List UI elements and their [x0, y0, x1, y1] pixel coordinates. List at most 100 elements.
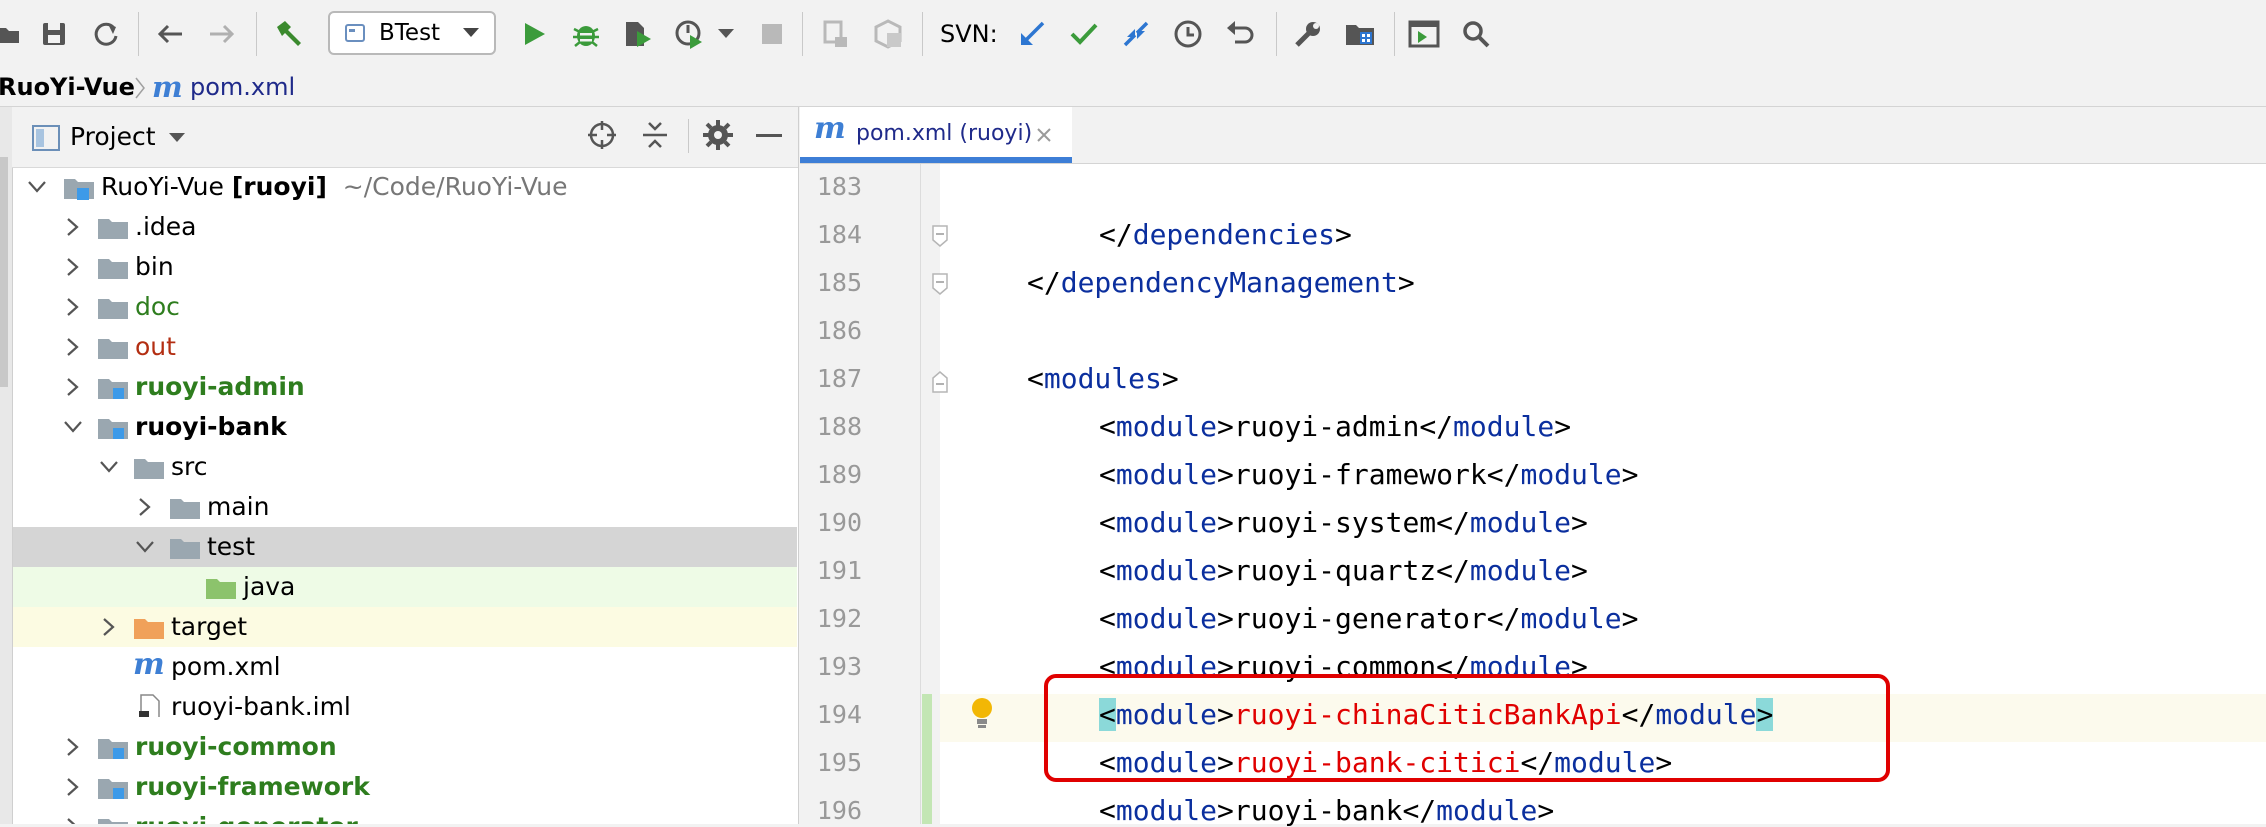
tree-item-root[interactable]: RuoYi-Vue [ruoyi] ~/Code/RuoYi-Vue — [13, 167, 797, 207]
line-number: 196 — [816, 796, 862, 825]
svn-commit-check-icon[interactable] — [1064, 14, 1104, 54]
left-tool-strip[interactable] — [0, 107, 13, 824]
folder-icon — [98, 219, 128, 239]
breadcrumb-project[interactable]: RuoYi-Vue — [0, 73, 135, 101]
run-with-coverage-icon[interactable] — [618, 14, 658, 54]
tree-item-label: java — [243, 572, 296, 601]
line-number: 195 — [816, 748, 862, 777]
navigation-bar: RuoYi-Vue m pom.xml — [0, 68, 2266, 107]
tree-item-src[interactable]: src — [13, 447, 797, 487]
tree-item-ruoyi-admin[interactable]: ruoyi-admin — [13, 367, 797, 407]
chevron-right-icon — [139, 498, 151, 516]
project-structure-icon[interactable] — [1340, 14, 1380, 54]
line-number: 183 — [816, 172, 862, 201]
tree-item-label: ruoyi-admin — [135, 372, 305, 401]
minimize-icon[interactable] — [756, 134, 782, 138]
forward-arrow-icon[interactable] — [202, 14, 242, 54]
revert-undo-icon[interactable] — [1220, 14, 1260, 54]
svn-update-icon[interactable] — [1012, 14, 1052, 54]
maven-m-icon: m — [814, 111, 846, 146]
run-icon[interactable] — [514, 14, 554, 54]
back-arrow-icon[interactable] — [150, 14, 190, 54]
tree-item-target[interactable]: target — [13, 607, 797, 647]
collapse-all-icon[interactable] — [640, 119, 670, 151]
gear-icon[interactable] — [702, 119, 734, 151]
chevron-down-icon[interactable] — [168, 132, 186, 144]
more-run-options-chevron-icon[interactable] — [706, 14, 746, 54]
locate-target-icon[interactable] — [586, 119, 618, 151]
debug-bug-icon[interactable] — [566, 14, 606, 54]
chevron-right-icon — [67, 298, 79, 316]
settings-wrench-icon[interactable] — [1288, 14, 1328, 54]
svn-label: SVN: — [940, 20, 998, 48]
tree-item-idea[interactable]: .idea — [13, 207, 797, 247]
tree-item-java[interactable]: java — [13, 567, 797, 607]
tree-item-test[interactable]: test — [13, 527, 797, 567]
tree-item-ruoyi-generator[interactable]: ruoyi-generator — [13, 807, 797, 824]
fold-marker-icon[interactable] — [930, 370, 950, 394]
tree-item-iml[interactable]: ruoyi-bank.iml — [13, 687, 797, 727]
history-clock-icon[interactable] — [1168, 14, 1208, 54]
chevron-right-icon — [67, 818, 76, 824]
chevron-down-icon — [463, 28, 480, 37]
line-number: 188 — [816, 412, 862, 441]
tree-item-label: pom.xml — [171, 652, 281, 681]
fold-marker-icon[interactable] — [930, 272, 950, 296]
attach-debugger-icon[interactable] — [816, 14, 856, 54]
tab-pom-xml[interactable]: m pom.xml (ruoyi) — [800, 107, 1072, 163]
maven-m-icon: m — [133, 647, 165, 682]
iml-file-icon — [139, 694, 160, 717]
tree-item-out[interactable]: out — [13, 327, 797, 367]
sync-icon[interactable] — [86, 14, 126, 54]
line-number: 191 — [816, 556, 862, 585]
project-panel-header: Project — [12, 107, 798, 168]
chevron-right-icon — [67, 738, 79, 756]
line-number: 189 — [816, 460, 862, 489]
run-anything-terminal-icon[interactable] — [1404, 14, 1444, 54]
chevron-down-icon — [28, 181, 46, 193]
run-configuration-label: BTest — [379, 20, 441, 46]
tree-item-label: target — [171, 612, 248, 641]
line-number: 194 — [816, 700, 862, 729]
breadcrumb-separator-icon — [135, 77, 145, 99]
deploy-icon[interactable] — [868, 14, 908, 54]
line-number: 192 — [816, 604, 862, 633]
stop-icon[interactable] — [752, 14, 792, 54]
close-icon[interactable] — [1036, 127, 1052, 143]
folder-icon — [170, 499, 200, 519]
tree-item-ruoyi-framework[interactable]: ruoyi-framework — [13, 767, 797, 807]
code-line-191: <module>ruoyi-quartz</module> — [1099, 554, 1588, 587]
code-line-187: <modules> — [1027, 362, 1179, 395]
tree-item-main[interactable]: main — [13, 487, 797, 527]
project-panel-title[interactable]: Project — [70, 122, 156, 151]
code-line-185: </dependencyManagement> — [1027, 266, 1415, 299]
tree-item-ruoyi-common[interactable]: ruoyi-common — [13, 727, 797, 767]
open-folder-icon[interactable] — [0, 14, 28, 54]
folder-icon — [170, 539, 200, 559]
tree-item-label: .idea — [135, 212, 197, 241]
chevron-down-icon — [100, 461, 118, 473]
chevron-right-icon — [67, 258, 79, 276]
search-icon[interactable] — [1456, 14, 1496, 54]
build-hammer-icon[interactable] — [268, 14, 308, 54]
tree-item-label: test — [207, 532, 256, 561]
code-line-190: <module>ruoyi-system</module> — [1099, 506, 1588, 539]
chevron-right-icon — [67, 338, 79, 356]
tree-item-ruoyi-bank[interactable]: ruoyi-bank — [13, 407, 797, 447]
intention-bulb-icon[interactable] — [968, 696, 996, 730]
fold-marker-icon[interactable] — [930, 224, 950, 248]
tree-item-label: RuoYi-Vue [ruoyi] ~/Code/RuoYi-Vue — [101, 172, 568, 201]
line-number: 186 — [816, 316, 862, 345]
project-view-icon — [32, 125, 60, 151]
tree-item-doc[interactable]: doc — [13, 287, 797, 327]
tree-item-label: main — [207, 492, 270, 521]
code-line-192: <module>ruoyi-generator</module> — [1099, 602, 1639, 635]
run-configuration-selector[interactable]: BTest — [328, 11, 496, 55]
svn-compare-icon[interactable] — [1116, 14, 1156, 54]
tree-item-pom-xml[interactable]: m pom.xml — [13, 647, 797, 687]
save-icon[interactable] — [34, 14, 74, 54]
tree-item-bin[interactable]: bin — [13, 247, 797, 287]
breadcrumb-file[interactable]: pom.xml — [190, 73, 295, 101]
profile-icon[interactable] — [670, 14, 710, 54]
vcs-change-marker[interactable] — [922, 694, 932, 824]
